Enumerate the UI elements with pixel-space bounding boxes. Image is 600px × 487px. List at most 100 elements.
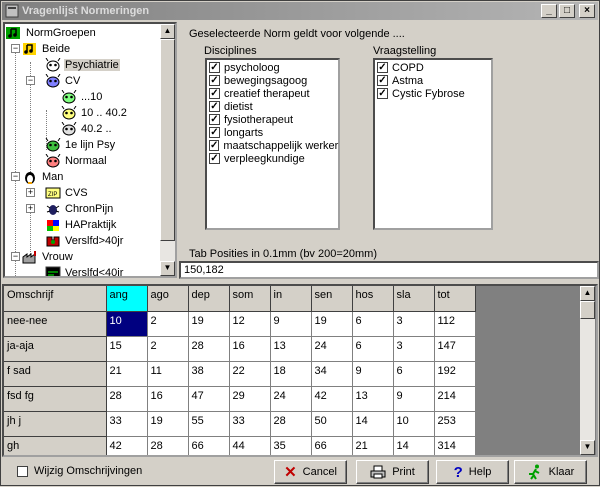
norm-grid[interactable]: Omschrijf ang ago dep som in sen hos sla… — [2, 284, 598, 457]
tree-item-1e-lijn[interactable]: 1e lijn Psy — [45, 137, 116, 153]
row-label-cell[interactable]: f sad — [4, 361, 107, 387]
grid-cell[interactable]: 35 — [270, 436, 312, 455]
grid-cell[interactable]: 21 — [352, 436, 394, 455]
vraagstelling-item[interactable]: ✓ Cystic Fybrose — [377, 87, 491, 100]
grid-cell[interactable]: 147 — [434, 336, 476, 362]
discipline-item[interactable]: ✓ dietist — [209, 100, 338, 113]
grid-cell[interactable]: 66 — [188, 436, 230, 455]
grid-header-cell[interactable]: som — [229, 286, 271, 312]
grid-cell[interactable]: 112 — [434, 311, 476, 337]
row-label-cell[interactable]: ja-aja — [4, 336, 107, 362]
checkbox-checked[interactable]: ✓ — [209, 62, 220, 73]
help-button[interactable]: ? Help — [436, 460, 509, 484]
row-label-cell[interactable]: fsd fg — [4, 386, 107, 412]
grid-cell[interactable]: 6 — [393, 361, 435, 387]
grid-cell[interactable]: 13 — [270, 336, 312, 362]
grid-cell[interactable]: 6 — [352, 336, 394, 362]
grid-cell[interactable]: 42 — [106, 436, 148, 455]
tree-item-cvs[interactable]: ZIP CVS — [45, 185, 89, 201]
tree-item-verslfd-40min[interactable]: Verslfd<40jr — [45, 265, 124, 276]
tree-item-verslfd-40plus[interactable]: Verslfd>40jr — [45, 233, 124, 249]
grid-header-cell[interactable]: sla — [393, 286, 435, 312]
discipline-item[interactable]: ✓ fysiotherapeut — [209, 113, 338, 126]
grid-cell[interactable]: 9 — [393, 386, 435, 412]
grid-cell[interactable]: 15 — [106, 336, 148, 362]
grid-cell[interactable]: 50 — [311, 411, 353, 437]
row-label-cell[interactable]: jh j — [4, 411, 107, 437]
grid-cell[interactable]: 3 — [393, 311, 435, 337]
grid-cell[interactable]: 12 — [229, 311, 271, 337]
grid-cell[interactable]: 16 — [147, 386, 189, 412]
tree-item-psychiatrie[interactable]: Psychiatrie — [45, 57, 120, 73]
grid-cell[interactable]: 24 — [270, 386, 312, 412]
grid-cell[interactable]: 9 — [352, 361, 394, 387]
grid-cell[interactable]: 24 — [311, 336, 353, 362]
checkbox-checked[interactable]: ✓ — [209, 140, 220, 151]
grid-cell[interactable]: 33 — [106, 411, 148, 437]
discipline-item[interactable]: ✓ longarts — [209, 126, 338, 139]
grid-cell[interactable]: 28 — [270, 411, 312, 437]
cancel-button[interactable]: ✕ Cancel — [274, 460, 347, 484]
tree-item-cv[interactable]: CV — [45, 73, 81, 89]
tree-item-man[interactable]: Man — [22, 169, 64, 185]
wijzig-checkbox-row[interactable]: Wijzig Omschrijvingen — [17, 465, 142, 477]
grid-cell[interactable]: 253 — [434, 411, 476, 437]
tree-item-cv-mid[interactable]: 10 .. 40.2 — [61, 105, 128, 121]
row-label-cell[interactable]: gh — [4, 436, 107, 455]
grid-cell[interactable]: 47 — [188, 386, 230, 412]
tree-item-chronpijn[interactable]: ChronPijn — [45, 201, 114, 217]
expand-vrouw[interactable]: − — [11, 252, 20, 261]
grid-cell[interactable]: 11 — [147, 361, 189, 387]
maximize-button[interactable]: □ — [559, 4, 575, 18]
minimize-button[interactable]: _ — [541, 4, 557, 18]
grid-cell[interactable]: 3 — [393, 336, 435, 362]
grid-header-cell[interactable]: ago — [147, 286, 189, 312]
tree-item-beide[interactable]: Beide — [22, 41, 71, 57]
grid-header-cell[interactable]: ang — [106, 286, 148, 312]
scroll-down-button[interactable]: ▼ — [160, 261, 175, 276]
grid-cell[interactable]: 38 — [188, 361, 230, 387]
grid-cell[interactable]: 13 — [352, 386, 394, 412]
grid-cell-selected[interactable]: 10 — [106, 311, 148, 337]
grid-cell[interactable]: 192 — [434, 361, 476, 387]
grid-header-cell[interactable]: in — [270, 286, 312, 312]
discipline-item[interactable]: ✓ creatief therapeut — [209, 87, 338, 100]
tree-item-cv-high[interactable]: 40.2 .. — [61, 121, 113, 137]
grid-cell[interactable]: 55 — [188, 411, 230, 437]
grid-cell[interactable]: 21 — [106, 361, 148, 387]
checkbox-checked[interactable]: ✓ — [209, 101, 220, 112]
klaar-button[interactable]: Klaar — [514, 460, 587, 484]
grid-cell[interactable]: 10 — [393, 411, 435, 437]
grid-header-cell[interactable]: dep — [188, 286, 230, 312]
tree-item-hapraktijk[interactable]: HAPraktijk — [45, 217, 117, 233]
normgroepen-tree[interactable]: NormGroepen − Beide Psychiatrie − CV ...… — [3, 22, 177, 278]
grid-cell[interactable]: 33 — [229, 411, 271, 437]
grid-cell[interactable]: 66 — [311, 436, 353, 455]
tabpos-input[interactable]: 150,182 — [179, 261, 599, 279]
scroll-thumb[interactable] — [160, 39, 175, 241]
expand-cv[interactable]: − — [26, 76, 35, 85]
grid-cell[interactable]: 29 — [229, 386, 271, 412]
grid-cell[interactable]: 9 — [270, 311, 312, 337]
tree-scrollbar[interactable]: ▲ ▼ — [160, 24, 175, 276]
expand-man[interactable]: − — [11, 172, 20, 181]
tree-item-cv-low[interactable]: ...10 — [61, 89, 103, 105]
grid-cell[interactable]: 2 — [147, 336, 189, 362]
grid-cell[interactable]: 42 — [311, 386, 353, 412]
checkbox-checked[interactable]: ✓ — [209, 88, 220, 99]
grid-header-cell[interactable]: tot — [434, 286, 476, 312]
discipline-item[interactable]: ✓ maatschappelijk werker — [209, 139, 338, 152]
grid-cell[interactable]: 22 — [229, 361, 271, 387]
print-button[interactable]: Print — [356, 460, 429, 484]
grid-cell[interactable]: 28 — [147, 436, 189, 455]
checkbox-checked[interactable]: ✓ — [209, 114, 220, 125]
vraagstelling-list[interactable]: ✓ COPD ✓ Astma ✓ Cystic Fybrose — [373, 58, 493, 230]
checkbox-checked[interactable]: ✓ — [377, 75, 388, 86]
grid-cell[interactable]: 19 — [311, 311, 353, 337]
expand-chronpijn[interactable]: + — [26, 204, 35, 213]
row-label-cell[interactable]: nee-nee — [4, 311, 107, 337]
grid-cell[interactable]: 314 — [434, 436, 476, 455]
wijzig-checkbox[interactable] — [17, 465, 28, 477]
checkbox-checked[interactable]: ✓ — [377, 62, 388, 73]
grid-cell[interactable]: 6 — [352, 311, 394, 337]
